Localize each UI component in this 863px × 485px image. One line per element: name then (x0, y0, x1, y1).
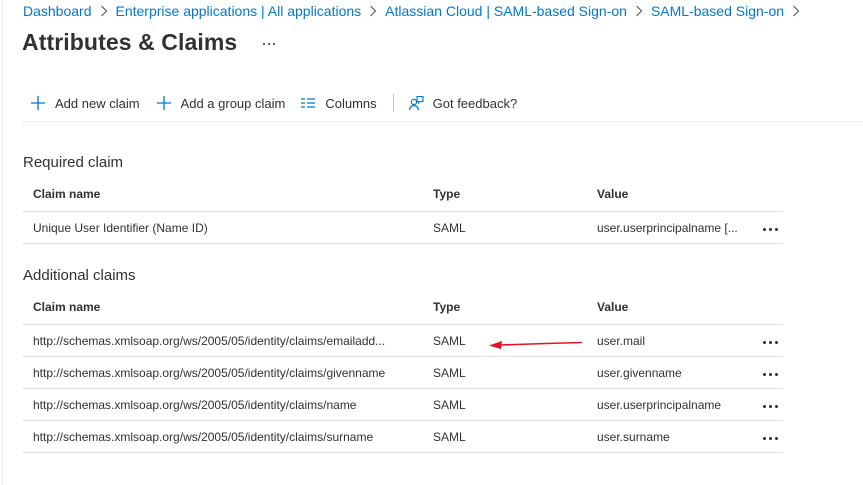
table-row[interactable]: http://schemas.xmlsoap.org/ws/2005/05/id… (23, 420, 783, 453)
table-row[interactable]: http://schemas.xmlsoap.org/ws/2005/05/id… (23, 324, 783, 357)
more-icon[interactable] (759, 401, 782, 412)
column-header-claim-name[interactable]: Claim name (23, 290, 423, 325)
table-header-row: Claim name Type Value (23, 177, 783, 212)
columns-button[interactable]: Columns (300, 95, 377, 111)
table-row[interactable]: Unique User Identifier (Name ID) SAML us… (23, 211, 783, 244)
breadcrumb-saml-sign-on[interactable]: SAML-based Sign-on (651, 3, 784, 19)
left-border (2, 0, 3, 485)
more-icon[interactable] (759, 224, 782, 235)
claim-name-cell: http://schemas.xmlsoap.org/ws/2005/05/id… (23, 388, 423, 421)
chevron-right-icon (635, 5, 643, 17)
toolbar-divider-line (22, 121, 863, 122)
claim-type-cell: SAML (423, 356, 587, 389)
page-title: Attributes & Claims (22, 29, 238, 55)
claim-name-cell: http://schemas.xmlsoap.org/ws/2005/05/id… (23, 420, 423, 453)
column-header-value[interactable]: Value (587, 290, 747, 325)
claim-name-cell: http://schemas.xmlsoap.org/ws/2005/05/id… (23, 356, 423, 389)
row-actions-cell (747, 324, 783, 357)
row-actions-cell (747, 388, 783, 421)
column-header-actions (747, 177, 783, 212)
got-feedback-label: Got feedback? (432, 95, 518, 111)
additional-claims-table: Claim name Type Value http://schemas.xml… (23, 290, 783, 453)
command-bar: Add new claim Add a group claim Columns … (30, 92, 517, 114)
claim-value-cell: user.mail (587, 324, 747, 357)
chevron-right-icon (792, 5, 800, 17)
required-claim-heading: Required claim (23, 154, 124, 171)
claim-type-cell: SAML (423, 211, 587, 244)
plus-icon (30, 95, 46, 111)
add-new-claim-label: Add new claim (55, 95, 140, 111)
row-actions-cell (747, 356, 783, 389)
breadcrumb-enterprise-applications[interactable]: Enterprise applications | All applicatio… (116, 3, 362, 19)
column-header-value[interactable]: Value (587, 177, 747, 212)
claim-value-cell: user.userprincipalname [... (587, 211, 747, 244)
claim-name-cell: http://schemas.xmlsoap.org/ws/2005/05/id… (23, 324, 423, 357)
breadcrumb: Dashboard Enterprise applications | All … (23, 2, 808, 20)
got-feedback-button[interactable]: Got feedback? (408, 95, 518, 111)
column-header-type[interactable]: Type (423, 290, 587, 325)
claim-name-cell: Unique User Identifier (Name ID) (23, 211, 423, 244)
more-icon[interactable] (759, 433, 782, 444)
breadcrumb-dashboard[interactable]: Dashboard (23, 3, 92, 19)
table-row[interactable]: http://schemas.xmlsoap.org/ws/2005/05/id… (23, 356, 783, 389)
required-claim-table: Claim name Type Value Unique User Identi… (23, 177, 783, 244)
more-icon[interactable] (759, 369, 782, 380)
row-actions-cell (747, 420, 783, 453)
claim-value-cell: user.userprincipalname (587, 388, 747, 421)
claim-type-cell: SAML (423, 420, 587, 453)
chevron-right-icon (100, 5, 108, 17)
add-new-claim-button[interactable]: Add new claim (30, 95, 140, 111)
row-actions-cell (747, 211, 783, 244)
column-header-actions (747, 290, 783, 325)
table-header-row: Claim name Type Value (23, 290, 783, 325)
add-group-claim-label: Add a group claim (180, 95, 286, 111)
columns-icon (300, 95, 316, 111)
feedback-icon (408, 95, 424, 111)
breadcrumb-atlassian-cloud[interactable]: Atlassian Cloud | SAML-based Sign-on (385, 3, 627, 19)
columns-label: Columns (325, 95, 377, 111)
add-group-claim-button[interactable]: Add a group claim (156, 95, 286, 111)
column-header-type[interactable]: Type (423, 177, 587, 212)
chevron-right-icon (369, 5, 377, 17)
table-row[interactable]: http://schemas.xmlsoap.org/ws/2005/05/id… (23, 388, 783, 421)
claim-value-cell: user.givenname (587, 356, 747, 389)
plus-icon (156, 95, 172, 111)
claim-value-cell: user.surname (587, 420, 747, 453)
more-icon[interactable] (759, 337, 782, 348)
claim-type-cell: SAML (423, 388, 587, 421)
red-arrow-icon (489, 341, 583, 349)
additional-claims-heading: Additional claims (23, 267, 136, 284)
column-header-claim-name[interactable]: Claim name (23, 177, 423, 212)
page-header: Attributes & Claims (22, 29, 277, 56)
more-icon[interactable] (261, 36, 277, 52)
toolbar-divider (392, 94, 394, 112)
